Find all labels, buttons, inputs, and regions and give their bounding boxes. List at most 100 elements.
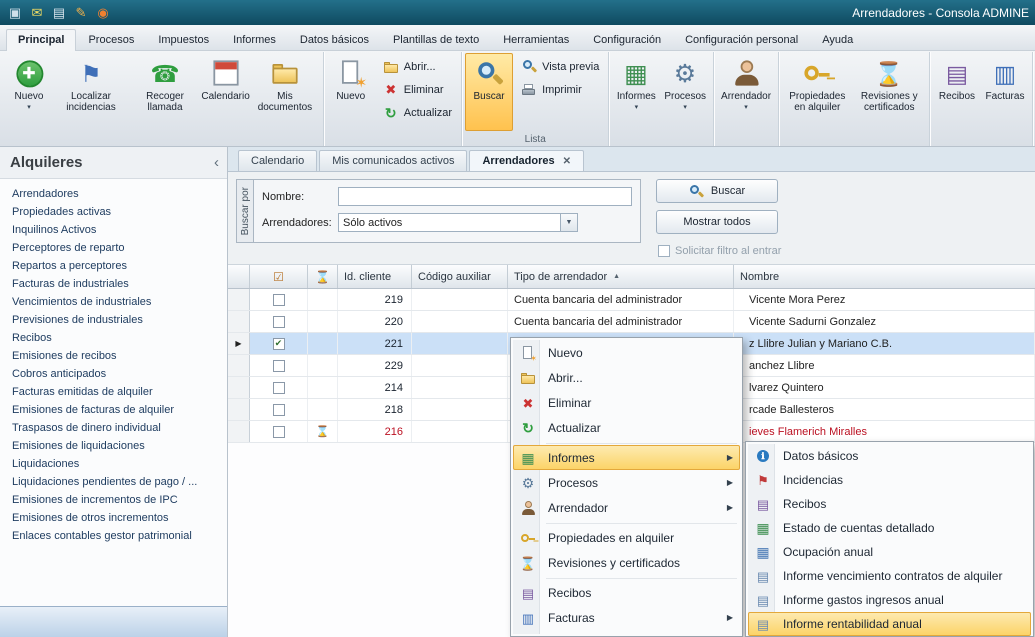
- row-checkbox[interactable]: [273, 294, 285, 306]
- sidebar-item[interactable]: Emisiones de recibos: [0, 347, 227, 365]
- column-header-select[interactable]: [250, 265, 308, 288]
- collapse-sidebar-icon[interactable]: [214, 154, 219, 171]
- row-select-cell[interactable]: [250, 333, 308, 354]
- nombre-input[interactable]: [338, 187, 632, 206]
- ribbon-tab[interactable]: Plantillas de texto: [381, 29, 491, 51]
- sidebar-item[interactable]: Emisiones de liquidaciones: [0, 437, 227, 455]
- row-select-cell[interactable]: [250, 289, 308, 310]
- row-checkbox[interactable]: [273, 360, 285, 372]
- submenu-item[interactable]: Estado de cuentas detallado: [748, 516, 1031, 540]
- context-menu-item[interactable]: Facturas: [513, 605, 740, 630]
- table-row[interactable]: 220 Cuenta bancaria del administrador Vi…: [228, 311, 1035, 333]
- ribbon-tab[interactable]: Principal: [6, 29, 76, 51]
- sidebar-item[interactable]: Perceptores de reparto: [0, 239, 227, 257]
- row-indicator-cell[interactable]: [228, 421, 250, 442]
- ribbon-button[interactable]: Revisiones y certificados: [853, 53, 926, 131]
- close-tab-icon[interactable]: [563, 156, 571, 167]
- ribbon-button[interactable]: Procesos: [660, 53, 710, 131]
- ribbon-button[interactable]: Facturas: [981, 53, 1029, 131]
- filter-on-enter-checkbox[interactable]: Solicitar filtro al entrar: [658, 245, 781, 257]
- sidebar-item[interactable]: Emisiones de otros incrementos: [0, 509, 227, 527]
- context-menu-item[interactable]: Informes: [513, 445, 740, 470]
- row-checkbox[interactable]: [273, 316, 285, 328]
- submenu-item[interactable]: Informe gastos ingresos anual: [748, 588, 1031, 612]
- ribbon-tab[interactable]: Ayuda: [810, 29, 865, 51]
- sidebar-item[interactable]: Cobros anticipados: [0, 365, 227, 383]
- ribbon-button[interactable]: Arrendador: [717, 53, 775, 131]
- ribbon-tab[interactable]: Configuración personal: [673, 29, 810, 51]
- buscar-button[interactable]: Buscar: [656, 179, 778, 203]
- sidebar-item[interactable]: Recibos: [0, 329, 227, 347]
- row-indicator-cell[interactable]: [228, 289, 250, 310]
- ribbon-button[interactable]: Recoger llamada: [129, 53, 201, 131]
- ribbon-small-button[interactable]: Imprimir: [515, 78, 605, 101]
- context-menu-item[interactable]: Recibos: [513, 580, 740, 605]
- ribbon-tab[interactable]: Datos básicos: [288, 29, 381, 51]
- checkbox-icon[interactable]: [658, 245, 670, 257]
- document-tab[interactable]: Mis comunicados activos: [319, 150, 467, 171]
- ribbon-small-button[interactable]: Vista previa: [515, 55, 605, 78]
- row-indicator-cell[interactable]: [228, 399, 250, 420]
- quick-launch-icon[interactable]: [50, 4, 68, 22]
- submenu-item[interactable]: Informe rentabilidad anual: [748, 612, 1031, 636]
- ribbon-tab[interactable]: Configuración: [581, 29, 673, 51]
- row-checkbox[interactable]: [273, 382, 285, 394]
- ribbon-button[interactable]: Localizar incidencias: [53, 53, 129, 131]
- sidebar-item[interactable]: Inquilinos Activos: [0, 221, 227, 239]
- submenu-item[interactable]: Recibos: [748, 492, 1031, 516]
- column-header-pending[interactable]: [308, 265, 338, 288]
- ribbon-button[interactable]: Propiedades en alquiler: [782, 53, 852, 131]
- ribbon-button[interactable]: Recibos: [933, 53, 981, 131]
- ribbon-tab[interactable]: Herramientas: [491, 29, 581, 51]
- row-indicator-cell[interactable]: [228, 311, 250, 332]
- quick-launch-icon[interactable]: [28, 4, 46, 22]
- row-select-cell[interactable]: [250, 377, 308, 398]
- sidebar-item[interactable]: Facturas emitidas de alquiler: [0, 383, 227, 401]
- context-menu-item[interactable]: Revisiones y certificados: [513, 550, 740, 575]
- context-menu-item[interactable]: Procesos: [513, 470, 740, 495]
- context-menu-item[interactable]: Propiedades en alquiler: [513, 525, 740, 550]
- quick-launch-icon[interactable]: [6, 4, 24, 22]
- ribbon-tab[interactable]: Informes: [221, 29, 288, 51]
- column-header-nombre[interactable]: Nombre: [734, 265, 1035, 288]
- sidebar-item[interactable]: Repartos a perceptores: [0, 257, 227, 275]
- sidebar-item[interactable]: Vencimientos de industriales: [0, 293, 227, 311]
- table-row[interactable]: 219 Cuenta bancaria del administrador Vi…: [228, 289, 1035, 311]
- quick-launch-icon[interactable]: [72, 4, 90, 22]
- row-indicator-cell[interactable]: [228, 377, 250, 398]
- submenu-item[interactable]: Ocupación anual: [748, 540, 1031, 564]
- row-indicator-cell[interactable]: [228, 355, 250, 376]
- sidebar-item[interactable]: Liquidaciones pendientes de pago / ...: [0, 473, 227, 491]
- row-checkbox[interactable]: [273, 404, 285, 416]
- ribbon-small-button[interactable]: Actualizar: [377, 101, 458, 124]
- ribbon-button[interactable]: Informes: [612, 53, 660, 131]
- context-menu-item[interactable]: Arrendador: [513, 495, 740, 520]
- chevron-down-icon[interactable]: [560, 214, 577, 231]
- row-select-cell[interactable]: [250, 311, 308, 332]
- ribbon-tab[interactable]: Procesos: [76, 29, 146, 51]
- sidebar-item[interactable]: Propiedades activas: [0, 203, 227, 221]
- row-select-cell[interactable]: [250, 399, 308, 420]
- row-indicator-cell[interactable]: [228, 333, 250, 354]
- submenu-item[interactable]: Datos básicos: [748, 444, 1031, 468]
- row-checkbox[interactable]: [273, 338, 285, 350]
- context-menu-item[interactable]: Eliminar: [513, 390, 740, 415]
- sidebar-item[interactable]: Previsiones de industriales: [0, 311, 227, 329]
- column-header-tipo-arrendador[interactable]: Tipo de arrendador: [508, 265, 734, 288]
- row-select-cell[interactable]: [250, 355, 308, 376]
- context-menu-item[interactable]: Actualizar: [513, 415, 740, 440]
- context-menu-item[interactable]: Nuevo: [513, 340, 740, 365]
- ribbon-small-button[interactable]: Abrir...: [377, 55, 458, 78]
- context-menu-item[interactable]: Cobros/ Pagos del arrendador: [513, 630, 740, 637]
- ribbon-button[interactable]: Mis documentos: [250, 53, 320, 131]
- arrendadores-dropdown[interactable]: Sólo activos: [338, 213, 578, 232]
- ribbon-button[interactable]: Nuevo: [327, 53, 375, 131]
- mostrar-todos-button[interactable]: Mostrar todos: [656, 210, 778, 234]
- sidebar-item[interactable]: Arrendadores: [0, 185, 227, 203]
- quick-launch-icon[interactable]: [94, 4, 112, 22]
- ribbon-tab[interactable]: Impuestos: [146, 29, 221, 51]
- ribbon-button[interactable]: Calendario: [201, 53, 250, 131]
- sidebar-item[interactable]: Facturas de industriales: [0, 275, 227, 293]
- document-tab[interactable]: Calendario: [238, 150, 317, 171]
- submenu-item[interactable]: Incidencias: [748, 468, 1031, 492]
